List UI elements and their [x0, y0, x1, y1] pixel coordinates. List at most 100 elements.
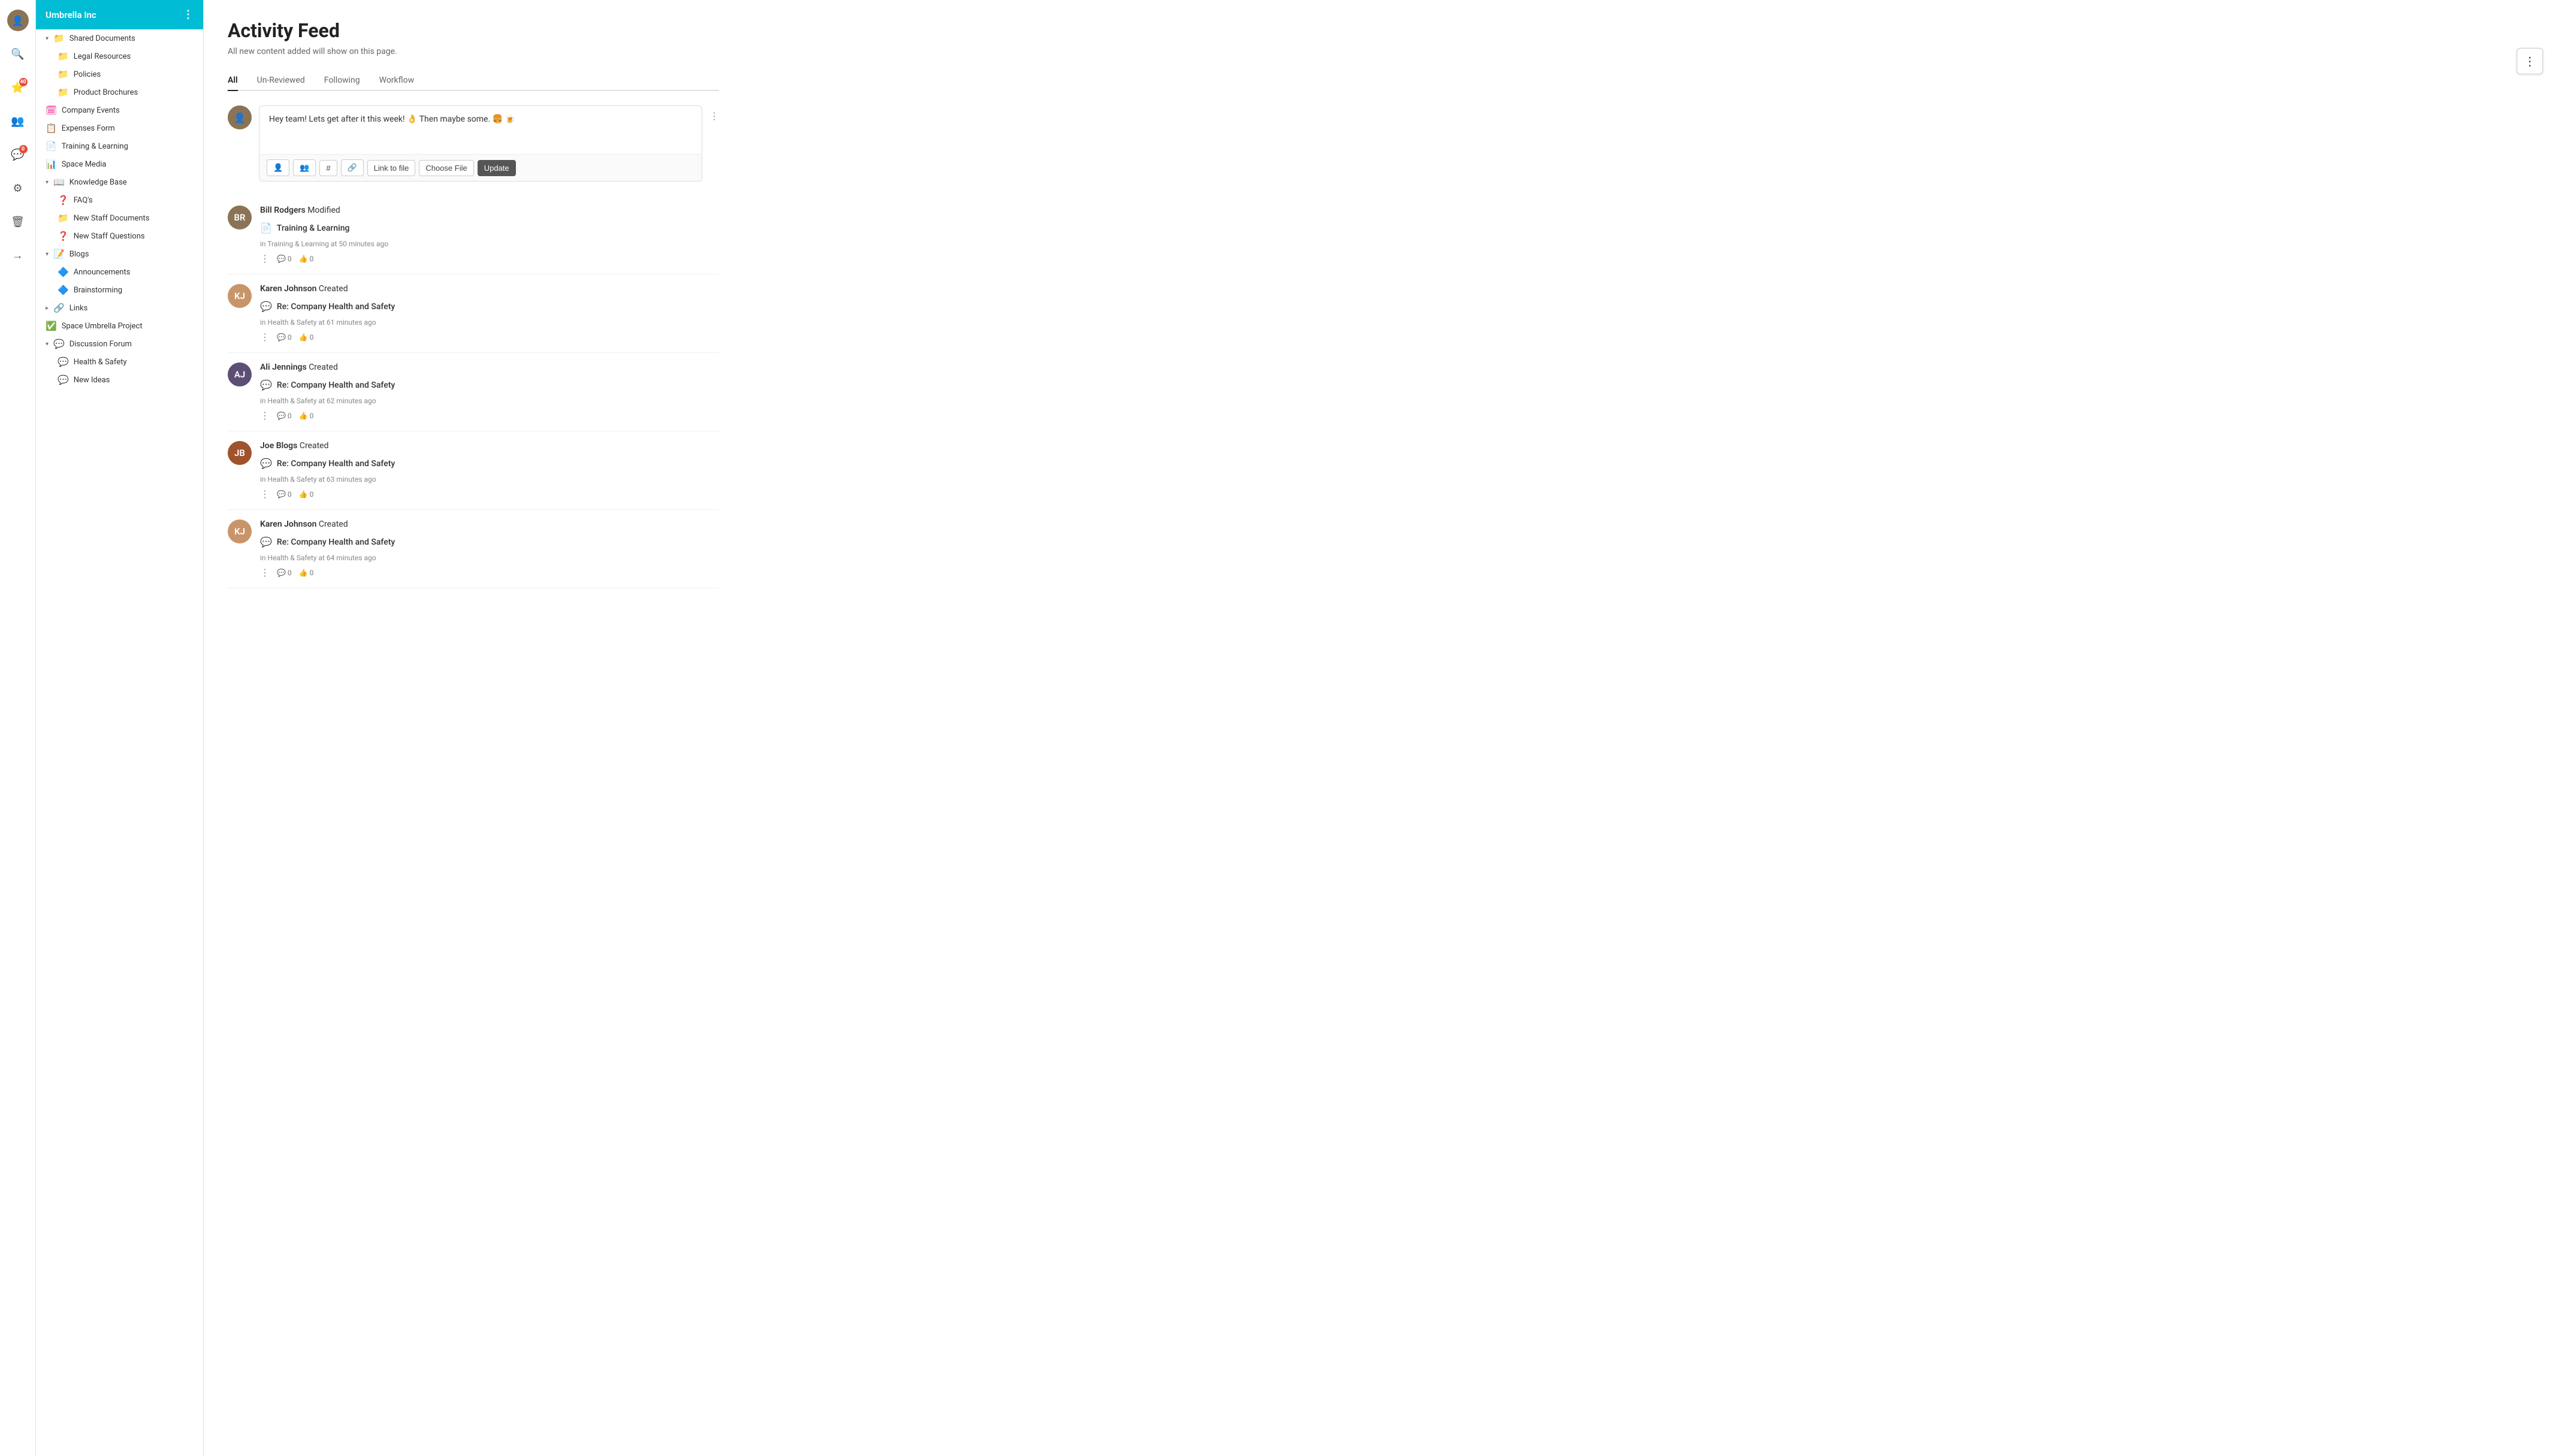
activity-header: Ali Jennings Created [260, 363, 719, 372]
folder-icon: 📁 [58, 213, 69, 223]
activity-card[interactable]: 💬 Re: Company Health and Safety [260, 454, 719, 473]
comment-button[interactable]: 💬 0 [277, 255, 292, 263]
sidebar-item-discussion-forum[interactable]: ▾ 💬 Discussion Forum [36, 335, 203, 353]
sidebar-item-new-staff-documents[interactable]: 📁 New Staff Documents [36, 209, 203, 227]
activity-list: BR Bill Rodgers Modified 📄 Training & Le… [228, 196, 719, 588]
item-options-button[interactable]: ⋮ [260, 253, 270, 264]
chevron-down-icon: ▾ [46, 35, 49, 42]
item-options-button[interactable]: ⋮ [260, 331, 270, 343]
comment-button[interactable]: 💬 0 [277, 333, 292, 342]
mention-group-button[interactable]: 👥 [293, 159, 316, 176]
chat-icon[interactable]: 💬 0 [7, 144, 29, 165]
sidebar-item-brainstorming[interactable]: 🔷 Brainstorming [36, 281, 203, 299]
chat-bubble-icon: 💬 [58, 357, 69, 367]
user-avatar-icon[interactable]: 👤 [7, 10, 29, 31]
comment-button[interactable]: 💬 0 [277, 490, 292, 499]
update-button[interactable]: Update [478, 160, 516, 176]
faq-icon: ❓ [58, 231, 69, 241]
sidebar-item-links[interactable]: ▸ 🔗 Links [36, 299, 203, 317]
link-button[interactable]: 🔗 [341, 159, 364, 176]
doc-icon: 📄 [46, 141, 57, 152]
settings-icon[interactable]: ⚙ [7, 177, 29, 199]
sidebar-item-training-learning[interactable]: 📄 Training & Learning [36, 137, 203, 155]
link-to-file-button[interactable]: Link to file [367, 160, 416, 176]
avatar: JB [228, 441, 252, 465]
sidebar-item-faqs[interactable]: ❓ FAQ's [36, 191, 203, 209]
people-icon[interactable]: 👥 [7, 110, 29, 132]
activity-actions: ⋮ 💬 0 👍 0 [260, 410, 719, 421]
sidebar-item-space-media[interactable]: 📊 Space Media [36, 155, 203, 173]
doc-icon: 📄 [260, 222, 272, 234]
sidebar-item-new-ideas[interactable]: 💬 New Ideas [36, 371, 203, 389]
sidebar-item-label: Space Umbrella Project [62, 322, 143, 331]
search-icon[interactable]: 🔍 [7, 43, 29, 65]
sidebar-item-health-safety[interactable]: 💬 Health & Safety [36, 353, 203, 371]
sidebar-item-company-events[interactable]: 🗓 Company Events [36, 101, 203, 119]
activity-card[interactable]: 💬 Re: Company Health and Safety [260, 297, 719, 316]
signout-icon[interactable]: → [7, 244, 29, 266]
sidebar-item-shared-documents[interactable]: ▾ 📁 Shared Documents [36, 29, 203, 47]
sidebar-item-new-staff-questions[interactable]: ❓ New Staff Questions [36, 227, 203, 245]
sidebar-item-knowledge-base[interactable]: ▾ 📖 Knowledge Base [36, 173, 203, 191]
activity-card[interactable]: 💬 Re: Company Health and Safety [260, 533, 719, 551]
post-toolbar: 👤 👥 # 🔗 Link to file Choose File Update [259, 154, 702, 181]
sidebar-item-label: Space Media [62, 160, 107, 169]
star-icon[interactable]: ⭐ 40 [7, 77, 29, 98]
sidebar-item-announcements[interactable]: 🔷 Announcements [36, 263, 203, 281]
post-editor: 👤 Hey team! Lets get after it this week!… [228, 105, 719, 182]
like-button[interactable]: 👍 0 [299, 412, 314, 420]
comment-button[interactable]: 💬 0 [277, 412, 292, 420]
activity-header: Karen Johnson Created [260, 519, 719, 529]
item-options-button[interactable]: ⋮ [260, 567, 270, 578]
sidebar-item-policies[interactable]: 📁 Policies [36, 65, 203, 83]
page-options-button[interactable]: ⋮ [2517, 48, 2543, 74]
post-content-area[interactable]: Hey team! Lets get after it this week! 👌… [259, 106, 702, 154]
chat-bubble-icon: 💬 [53, 339, 65, 349]
choose-file-button[interactable]: Choose File [419, 160, 473, 176]
activity-card[interactable]: 💬 Re: Company Health and Safety [260, 376, 719, 394]
item-options-button[interactable]: ⋮ [260, 488, 270, 500]
hashtag-button[interactable]: # [319, 160, 337, 176]
sidebar-item-label: New Staff Documents [74, 214, 150, 223]
org-name: Umbrella Inc [46, 10, 96, 20]
item-title: Re: Company Health and Safety [277, 537, 395, 547]
tab-following[interactable]: Following [324, 71, 360, 91]
sheet-icon: 📊 [46, 159, 57, 170]
tab-workflow[interactable]: Workflow [379, 71, 415, 91]
sidebar-item-expenses-form[interactable]: 📋 Expenses Form [36, 119, 203, 137]
sidebar-item-legal-resources[interactable]: 📁 Legal Resources [36, 47, 203, 65]
activity-meta: in Health & Safety at 62 minutes ago [260, 397, 719, 405]
comment-button[interactable]: 💬 0 [277, 569, 292, 577]
stack-icon: 📋 [46, 123, 57, 134]
page-title: Activity Feed [228, 19, 719, 42]
item-options-button[interactable]: ⋮ [260, 410, 270, 421]
like-button[interactable]: 👍 0 [299, 333, 314, 342]
like-button[interactable]: 👍 0 [299, 569, 314, 577]
grid-icon: 🔷 [58, 267, 69, 277]
sidebar-item-label: Product Brochures [74, 88, 138, 97]
sidebar-item-blogs[interactable]: ▾ 📝 Blogs [36, 245, 203, 263]
star-badge: 40 [19, 78, 28, 86]
folder-icon: 📁 [58, 51, 69, 62]
sidebar-item-space-umbrella-project[interactable]: ✅ Space Umbrella Project [36, 317, 203, 335]
tab-all[interactable]: All [228, 71, 238, 91]
sidebar-item-label: Links [70, 304, 88, 313]
avatar: BR [228, 206, 252, 229]
sidebar-options-button[interactable]: ⋮ [183, 8, 194, 21]
sidebar-item-label: Discussion Forum [70, 340, 132, 349]
like-button[interactable]: 👍 0 [299, 255, 314, 263]
activity-card[interactable]: 📄 Training & Learning [260, 219, 719, 237]
post-options-button[interactable]: ⋮ [709, 110, 719, 122]
editor-avatar: 👤 [228, 105, 252, 129]
trash-icon[interactable]: 🗑 [7, 211, 29, 232]
sidebar-item-label: New Staff Questions [74, 232, 145, 241]
sidebar-item-label: Shared Documents [70, 34, 135, 43]
like-button[interactable]: 👍 0 [299, 490, 314, 499]
chevron-right-icon: ▸ [46, 305, 49, 312]
sidebar-item-label: Blogs [70, 250, 89, 259]
tab-un-reviewed[interactable]: Un-Reviewed [257, 71, 305, 91]
activity-item: AJ Ali Jennings Created 💬 Re: Company He… [228, 353, 719, 431]
mention-user-button[interactable]: 👤 [267, 159, 289, 176]
link-icon: 🔗 [53, 303, 65, 313]
sidebar-item-product-brochures[interactable]: 📁 Product Brochures [36, 83, 203, 101]
